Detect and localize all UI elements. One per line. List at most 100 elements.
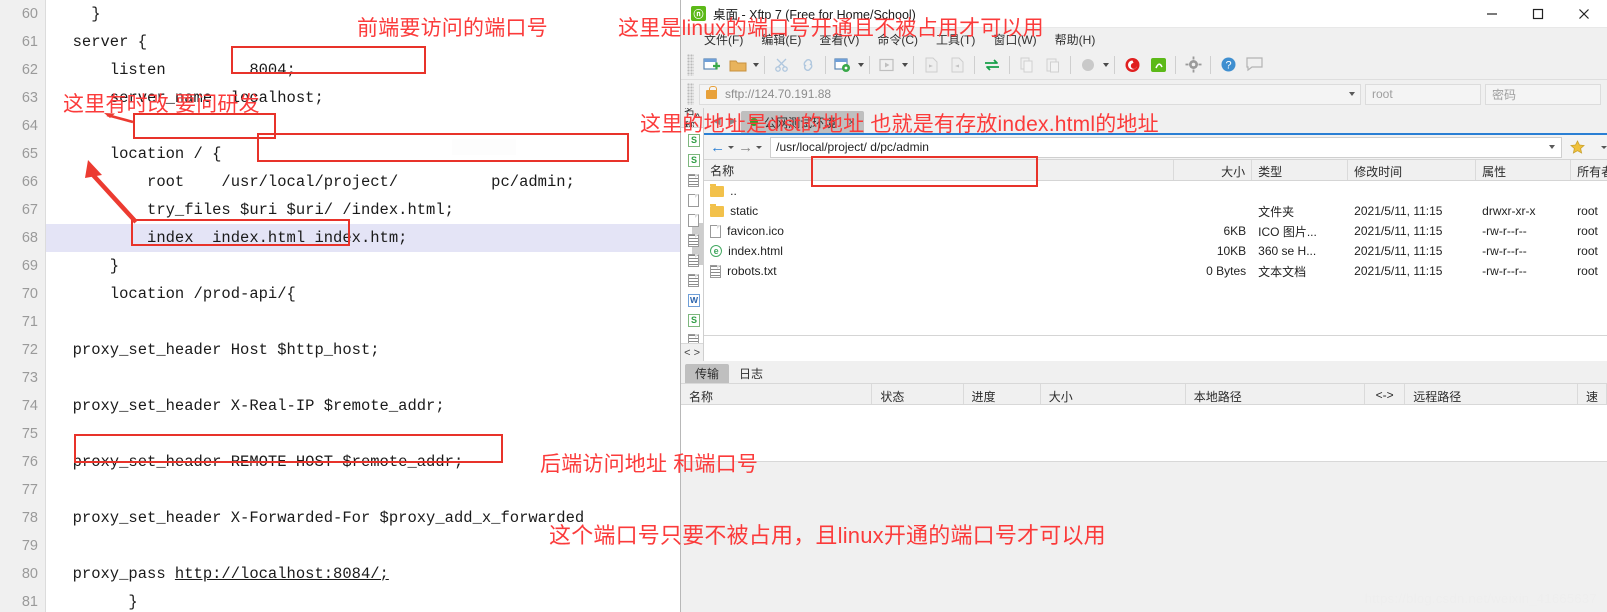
cut-icon[interactable] (770, 53, 794, 77)
bookmark-dropdown-icon[interactable] (1592, 136, 1607, 158)
chevron-down-icon[interactable] (728, 145, 735, 149)
transfer-column-header-5[interactable]: 本地路径 (1186, 384, 1366, 404)
queue-dropdown-icon[interactable] (1101, 53, 1110, 77)
forward-button[interactable]: → (736, 136, 764, 158)
transfer-tab-1[interactable]: 传输 (685, 364, 730, 383)
feedback-icon[interactable] (1242, 53, 1266, 77)
maximize-icon[interactable] (1515, 0, 1561, 28)
code-line[interactable]: } (46, 252, 700, 280)
chevron-down-icon[interactable] (1349, 92, 1355, 96)
code-line[interactable] (46, 476, 700, 504)
local-list-item[interactable]: S (681, 310, 703, 330)
connbar-grip[interactable] (687, 83, 694, 105)
code-line[interactable] (46, 420, 700, 448)
remote-column-header-5[interactable]: 属性 (1476, 160, 1572, 180)
remote-file-panel[interactable]: ◀ ▶ 公网测试环境 × ← → /usr/local/project/ d/p… (704, 108, 1607, 361)
transfer-column-header-2[interactable]: 状态 (872, 384, 964, 404)
remote-column-header-6[interactable]: 所有者 (1571, 160, 1607, 180)
file-name-cell[interactable]: static (704, 204, 1174, 218)
transfer-panel[interactable]: 传输日志 名称状态进度大小本地路径<->远程路径速度 (681, 361, 1607, 461)
menu-item-7[interactable]: 帮助(H) (1046, 31, 1105, 48)
help-icon[interactable]: ? (1216, 53, 1240, 77)
open-folder-icon[interactable] (726, 53, 750, 77)
transfer-list[interactable] (681, 405, 1607, 461)
xftp-toolbar[interactable]: ? (681, 50, 1607, 80)
paste-icon[interactable] (1041, 53, 1065, 77)
code-line[interactable]: location / { (46, 140, 700, 168)
transfer-left-icon[interactable] (919, 53, 943, 77)
local-list-item[interactable]: W (681, 290, 703, 310)
local-panel-footer[interactable]: < > (681, 343, 704, 361)
code-line[interactable]: listen 8004; (46, 56, 700, 84)
transfer-tab-strip[interactable]: 传输 日志 (681, 361, 1607, 383)
username-field[interactable]: root (1365, 83, 1481, 105)
local-list-item[interactable] (681, 330, 703, 343)
table-row[interactable]: e index.html 10KB 360 se H... 2021/5/11, 11:… (704, 241, 1607, 261)
table-row[interactable]: robots.txt 0 Bytes 文本文档 2021/5/11, 11:15 -rw… (704, 261, 1607, 281)
local-list-item[interactable] (681, 270, 703, 290)
new-session-icon[interactable] (700, 53, 724, 77)
code-line[interactable]: index index.html index.htm; (46, 224, 700, 252)
code-line[interactable]: proxy_set_header Host $http_host; (46, 336, 700, 364)
local-list-item[interactable] (681, 170, 703, 190)
code-line[interactable]: proxy_pass http://localhost:8084/; (46, 560, 700, 588)
proxy-pass-url[interactable]: http://localhost:8084/; (175, 565, 389, 583)
back-button[interactable]: ← (708, 136, 736, 158)
local-file-panel[interactable]: 名称 ^ SSWS < > (681, 108, 705, 361)
file-name-cell[interactable]: e index.html (704, 244, 1174, 258)
remote-column-header-4[interactable]: 修改时间 (1348, 160, 1477, 180)
remote-path-input[interactable]: /usr/local/project/ d/pc/admin (770, 136, 1563, 158)
remote-column-header-2[interactable]: 大小 (1174, 160, 1253, 180)
queue-icon[interactable] (1076, 53, 1100, 77)
minimize-icon[interactable] (1469, 0, 1515, 28)
code-line[interactable]: try_files $uri $uri/ /index.html; (46, 196, 700, 224)
code-line[interactable]: root /usr/local/project/ pc/admin; (46, 168, 700, 196)
file-name-cell[interactable]: favicon.ico (704, 224, 1174, 238)
run-icon[interactable] (875, 53, 899, 77)
local-list-item[interactable]: S (681, 150, 703, 170)
folder-settings-dropdown-icon[interactable] (856, 53, 865, 77)
transfer-column-header-4[interactable]: 大小 (1041, 384, 1186, 404)
local-file-list[interactable]: SSWS (681, 128, 704, 343)
transfer-table-header[interactable]: 名称状态进度大小本地路径<->远程路径速度 (681, 383, 1607, 421)
local-list-item[interactable] (681, 190, 703, 210)
table-row[interactable]: static 文件夹 2021/5/11, 11:15 drwxr-xr-x root (704, 201, 1607, 221)
remote-table-body[interactable]: .. static 文件夹 2021/5/11, 11:15 drwxr-xr-x roo… (704, 181, 1607, 281)
password-field[interactable]: 密码 (1485, 83, 1601, 105)
toolbar-grip[interactable] (687, 53, 694, 76)
close-icon[interactable] (1561, 0, 1607, 28)
connection-bar[interactable]: sftp://124.70.191.88 root 密码 (681, 80, 1607, 108)
address-bar[interactable]: sftp://124.70.191.88 (699, 83, 1361, 105)
bookmark-icon[interactable] (1566, 136, 1588, 158)
remote-file-table[interactable]: 名称大小类型修改时间属性所有者 .. static 文件夹 2021/5/11, 11… (704, 160, 1607, 335)
transfer-right-icon[interactable] (945, 53, 969, 77)
open-folder-dropdown-icon[interactable] (751, 53, 760, 77)
transfer-tab-2[interactable]: 日志 (729, 364, 774, 383)
link-icon[interactable] (796, 53, 820, 77)
transfer-column-header-6[interactable]: <-> (1365, 384, 1406, 404)
run-dropdown-icon[interactable] (900, 53, 909, 77)
folder-settings-icon[interactable] (831, 53, 855, 77)
file-name-cell[interactable]: robots.txt (704, 264, 1174, 278)
code-line[interactable] (46, 364, 700, 392)
chevron-down-icon[interactable] (1549, 145, 1556, 149)
table-row[interactable]: .. (704, 181, 1607, 201)
sync-transfer-icon[interactable] (980, 53, 1004, 77)
xshell-icon[interactable] (1120, 53, 1144, 77)
code-line[interactable]: } (46, 588, 700, 612)
code-line[interactable]: proxy_set_header X-Real-IP $remote_addr; (46, 392, 700, 420)
xftp-icon[interactable] (1146, 53, 1170, 77)
window-controls[interactable] (1469, 0, 1607, 28)
code-line[interactable]: location /prod-api/{ (46, 280, 700, 308)
remote-table-header[interactable]: 名称大小类型修改时间属性所有者 (704, 160, 1607, 181)
transfer-column-header-3[interactable]: 进度 (964, 384, 1041, 404)
settings-gear-icon[interactable] (1181, 53, 1205, 77)
transfer-column-header-8[interactable]: 速度 (1578, 384, 1607, 421)
table-row[interactable]: favicon.ico 6KB ICO 图片... 2021/5/11, 11:15 -… (704, 221, 1607, 241)
transfer-column-header-1[interactable]: 名称 (681, 384, 873, 404)
code-line[interactable] (46, 308, 700, 336)
copy-icon[interactable] (1015, 53, 1039, 77)
transfer-column-header-7[interactable]: 远程路径 (1405, 384, 1578, 404)
file-name-cell[interactable]: .. (704, 184, 1174, 198)
chevron-down-icon[interactable] (756, 145, 763, 149)
